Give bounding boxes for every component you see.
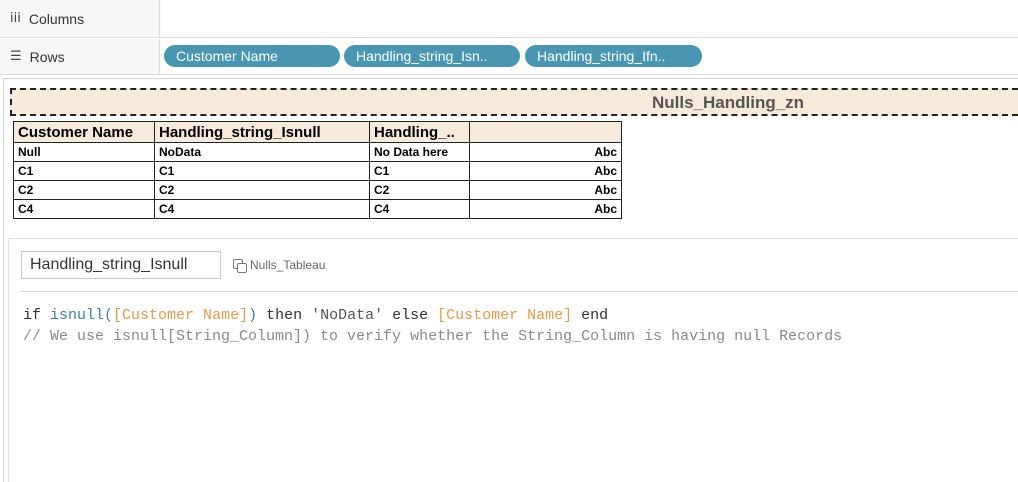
table-cell[interactable]: C1 <box>154 161 370 181</box>
code-paren-open: ( <box>104 307 114 324</box>
table-cell[interactable]: C2 <box>369 180 470 200</box>
table-cell[interactable]: NoData <box>154 142 370 162</box>
table-cell[interactable]: Abc <box>469 199 622 219</box>
table-header-row: Customer Name Handling_string_Isnull Han… <box>13 121 622 143</box>
table-cell[interactable]: No Data here <box>369 142 470 162</box>
columns-shelf: iii Columns <box>0 0 1018 38</box>
pill-handling-string-isnull[interactable]: Handling_string_Isn.. <box>344 45 520 67</box>
editor-separator <box>20 291 1018 292</box>
datasource-label: Nulls_Tableau <box>233 258 326 273</box>
columns-label: Columns <box>28 10 85 27</box>
columns-icon: iii <box>10 11 21 26</box>
rows-label: Rows <box>29 48 65 65</box>
worksheet-title-bar[interactable]: Nulls_Handling_zn <box>10 88 1018 116</box>
code-then: then <box>257 307 312 324</box>
header-measure <box>469 121 622 143</box>
header-handling-string-ifnull[interactable]: Handling_.. <box>369 121 470 143</box>
table-row: Null NoData No Data here Abc <box>13 142 622 162</box>
table-row: C1 C1 C1 Abc <box>13 161 622 181</box>
code-field-1: [Customer Name] <box>113 307 249 324</box>
formula-line-1: if isnull([Customer Name]) then 'NoData'… <box>23 305 842 326</box>
rows-shelf-label: ☰ Rows <box>0 39 160 74</box>
table-cell[interactable]: C1 <box>13 161 155 181</box>
code-else: else <box>383 307 438 324</box>
table-cell[interactable]: Abc <box>469 142 622 162</box>
table-row: C4 C4 C4 Abc <box>13 199 622 219</box>
code-paren-close: ) <box>248 307 258 324</box>
columns-drop-area[interactable] <box>161 0 1018 37</box>
table-cell[interactable]: Abc <box>469 180 622 200</box>
rows-shelf: ☰ Rows Customer Name Handling_string_Isn… <box>0 39 1018 75</box>
pill-customer-name[interactable]: Customer Name <box>164 45 340 67</box>
code-isnull: isnull <box>50 307 105 324</box>
header-customer-name[interactable]: Customer Name <box>13 121 155 143</box>
table-cell[interactable]: C4 <box>369 199 470 219</box>
table-cell[interactable]: C4 <box>13 199 155 219</box>
rows-icon: ☰ <box>10 49 22 64</box>
table-cell[interactable]: C2 <box>154 180 370 200</box>
formula-line-2-comment: // We use isnull[String_Column]) to veri… <box>23 328 843 345</box>
datasource-name: Nulls_Tableau <box>250 258 326 272</box>
table-cell[interactable]: Null <box>13 142 155 162</box>
code-field-2: [Customer Name] <box>437 307 573 324</box>
table-cell[interactable]: C2 <box>13 180 155 200</box>
code-end: end <box>572 307 609 324</box>
table-cell[interactable]: C4 <box>154 199 370 219</box>
formula-editor[interactable]: if isnull([Customer Name]) then 'NoData'… <box>23 305 842 347</box>
datasource-icon <box>233 258 247 273</box>
calculation-name-field[interactable]: Handling_string_Isnull <box>21 251 221 279</box>
code-string: 'NoData' <box>311 307 384 324</box>
columns-shelf-label: iii Columns <box>0 0 160 37</box>
pill-handling-string-ifnull[interactable]: Handling_string_Ifn.. <box>525 45 702 67</box>
header-handling-string-isnull[interactable]: Handling_string_Isnull <box>154 121 370 143</box>
table-row: C2 C2 C2 Abc <box>13 180 622 200</box>
rows-drop-area[interactable]: Customer Name Handling_string_Isn.. Hand… <box>161 39 1018 74</box>
table-cell[interactable]: C1 <box>369 161 470 181</box>
code-if: if <box>23 307 51 324</box>
data-table: Customer Name Handling_string_Isnull Han… <box>13 121 622 219</box>
worksheet-title: Nulls_Handling_zn <box>652 93 805 112</box>
table-cell[interactable]: Abc <box>469 161 622 181</box>
